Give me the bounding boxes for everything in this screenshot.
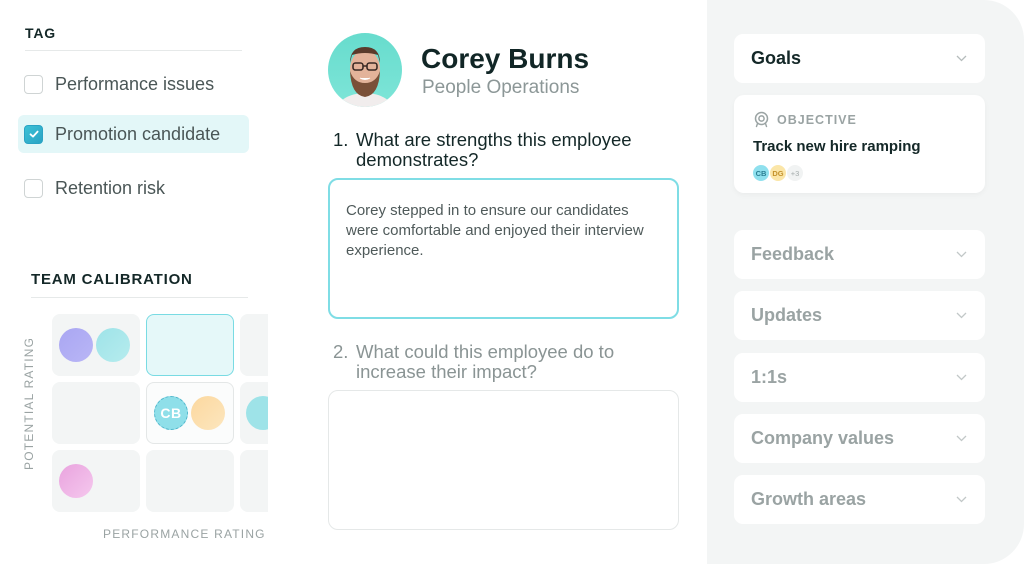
objective-card[interactable]: OBJECTIVE Track new hire ramping CB DG +… (734, 95, 985, 193)
grid-cell[interactable] (240, 382, 268, 444)
accordion-goals[interactable]: Goals (734, 34, 985, 83)
objective-header: OBJECTIVE (753, 111, 857, 128)
tag-label: Retention risk (55, 177, 166, 198)
y-axis-label: POTENTIAL RATING (22, 336, 36, 470)
grid-cell[interactable] (146, 450, 234, 512)
tag-label: Performance issues (55, 73, 215, 94)
person-photo-icon (336, 47, 394, 107)
accordion-label: Growth areas (751, 489, 867, 509)
team-calibration-title: TEAM CALIBRATION (31, 271, 193, 288)
answer-1-textarea[interactable]: Corey stepped in to ensure our candidate… (328, 178, 679, 319)
accordion-label: Feedback (751, 244, 835, 264)
employee-avatar (328, 33, 402, 107)
checkbox-checked[interactable] (24, 124, 43, 144)
grid-cell[interactable] (52, 314, 140, 376)
x-axis-label: PERFORMANCE RATING (103, 527, 266, 541)
checkmark-icon (29, 130, 38, 138)
chevron-down-icon (956, 251, 967, 258)
grid-cell-current[interactable]: CB (146, 382, 234, 444)
accordion-growth-areas[interactable]: Growth areas (734, 475, 985, 524)
grid-cell[interactable] (240, 314, 268, 376)
accordion-company-values[interactable]: Company values (734, 414, 985, 463)
accordion-updates[interactable]: Updates (734, 291, 985, 340)
question-1: 1. What are strengths this employee demo… (333, 130, 673, 170)
chevron-down-icon (956, 55, 967, 62)
left-column: TAG Performance issues Promotion candida… (0, 0, 295, 564)
assignee-avatar: DG (769, 164, 787, 182)
employee-dot[interactable] (96, 328, 130, 362)
calibration-grid: CB (52, 313, 268, 513)
accordion-feedback[interactable]: Feedback (734, 230, 985, 279)
question-text: What could this employee do to increase … (356, 341, 615, 382)
checkbox[interactable] (24, 74, 43, 94)
objective-title: Track new hire ramping (753, 138, 921, 155)
question-2: 2. What could this employee do to increa… (333, 342, 673, 382)
chevron-down-icon (956, 496, 967, 503)
accordion-one-on-ones[interactable]: 1:1s (734, 353, 985, 402)
tag-retention-risk[interactable]: Retention risk (18, 169, 249, 207)
grid-cell[interactable] (240, 450, 268, 512)
chevron-down-icon (956, 312, 967, 319)
assignee-avatar: CB (752, 164, 770, 182)
calibration-divider (31, 297, 248, 298)
question-text: What are strengths this employee demonst… (356, 129, 632, 170)
grid-cell[interactable] (52, 450, 140, 512)
employee-dot[interactable] (59, 464, 93, 498)
employee-dot[interactable] (246, 396, 268, 430)
accordion-label: Goals (751, 48, 802, 68)
more-assignees-count: +3 (786, 164, 804, 182)
employee-dot[interactable] (59, 328, 93, 362)
tag-section-title: TAG (25, 25, 56, 41)
accordion-label: Updates (751, 305, 823, 325)
answer-2-textarea[interactable] (328, 390, 679, 530)
employee-dot[interactable] (191, 396, 225, 430)
tag-divider (25, 50, 242, 51)
chevron-down-icon (956, 435, 967, 442)
employee-department: People Operations (422, 77, 580, 98)
employee-name: Corey Burns (421, 43, 590, 74)
question-number: 1. (333, 129, 349, 150)
grid-cell-highlighted[interactable] (146, 314, 234, 376)
accordion-label: 1:1s (751, 367, 788, 387)
question-number: 2. (333, 341, 349, 362)
tag-promotion-candidate[interactable]: Promotion candidate (18, 115, 249, 153)
grid-cell[interactable] (52, 382, 140, 444)
objective-kicker: OBJECTIVE (777, 112, 857, 127)
accordion-label: Company values (751, 428, 895, 448)
current-employee-dot[interactable]: CB (154, 396, 188, 430)
assignee-avatars: CB DG +3 (752, 164, 804, 182)
tag-performance-issues[interactable]: Performance issues (18, 65, 249, 103)
target-icon (754, 111, 769, 128)
checkbox[interactable] (24, 178, 43, 198)
tag-label: Promotion candidate (55, 123, 221, 144)
chevron-down-icon (956, 374, 967, 381)
